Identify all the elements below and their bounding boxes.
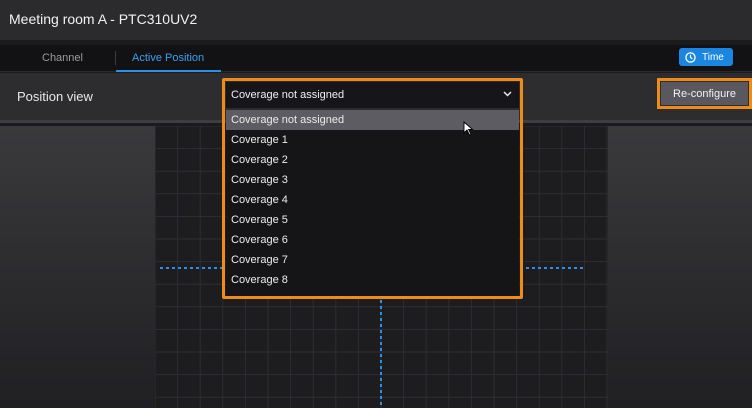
active-tab-indicator (116, 70, 221, 72)
time-button-label: Time (702, 51, 724, 63)
position-view-label: Position view (17, 89, 93, 104)
app-window: Meeting room A - PTC310UV2 Channel Activ… (0, 0, 752, 408)
time-button[interactable]: Time (679, 48, 733, 66)
tab-active-position[interactable]: Active Position (132, 52, 204, 64)
dropdown-option[interactable]: Coverage 5 (226, 210, 519, 230)
tab-bar: Channel Active Position Time (0, 45, 752, 72)
coverage-select-value: Coverage not assigned (231, 89, 345, 101)
dropdown-option[interactable]: Coverage 7 (226, 250, 519, 270)
coverage-dropdown-list: Coverage not assigned Coverage 1 Coverag… (226, 110, 519, 296)
dropdown-option[interactable]: Coverage 8 (226, 270, 519, 290)
clock-icon (685, 51, 696, 63)
coverage-select[interactable]: Coverage not assigned (226, 82, 519, 108)
tab-divider (115, 51, 116, 65)
dropdown-option[interactable]: Coverage 6 (226, 230, 519, 250)
mouse-cursor-icon (463, 121, 474, 136)
chevron-down-icon (503, 91, 512, 97)
canvas-side-left (0, 126, 155, 408)
title-bar: Meeting room A - PTC310UV2 (0, 0, 752, 40)
tab-channel[interactable]: Channel (42, 52, 83, 64)
reconfigure-button[interactable]: Re-configure (661, 82, 748, 105)
window-title: Meeting room A - PTC310UV2 (9, 11, 198, 27)
dropdown-option[interactable]: Coverage 3 (226, 170, 519, 190)
dropdown-option[interactable]: Coverage not assigned (226, 110, 519, 130)
canvas-side-right (608, 126, 752, 408)
dropdown-option[interactable]: Coverage 4 (226, 190, 519, 210)
dropdown-option[interactable]: Coverage 2 (226, 150, 519, 170)
dropdown-option[interactable]: Coverage 1 (226, 130, 519, 150)
